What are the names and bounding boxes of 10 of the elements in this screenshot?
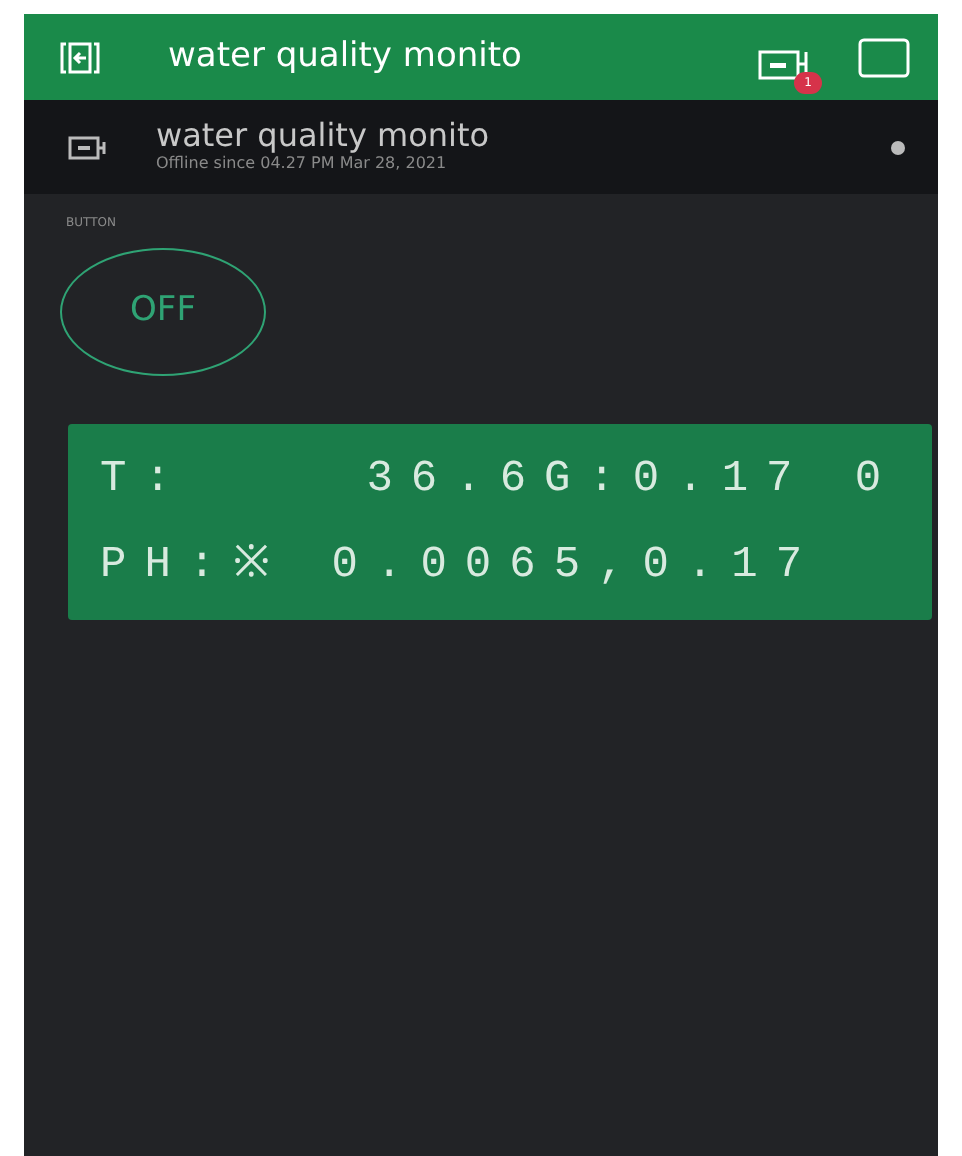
exit-icon[interactable]: [60, 39, 100, 75]
lcd-line: T: 36.6G:0.17 0: [100, 452, 902, 508]
app-title: water quality monito: [168, 33, 524, 80]
device-icon[interactable]: [758, 46, 810, 83]
device-status: Offline since 04.27 PM Mar 28, 2021: [156, 153, 449, 177]
device-name: water quality monito: [156, 117, 492, 153]
toggle-button[interactable]: OFF: [60, 248, 266, 376]
lcd-line: PH:※ 0.0065,0.17: [100, 538, 823, 594]
window-icon[interactable]: [858, 37, 910, 77]
device-icon: [68, 133, 108, 161]
